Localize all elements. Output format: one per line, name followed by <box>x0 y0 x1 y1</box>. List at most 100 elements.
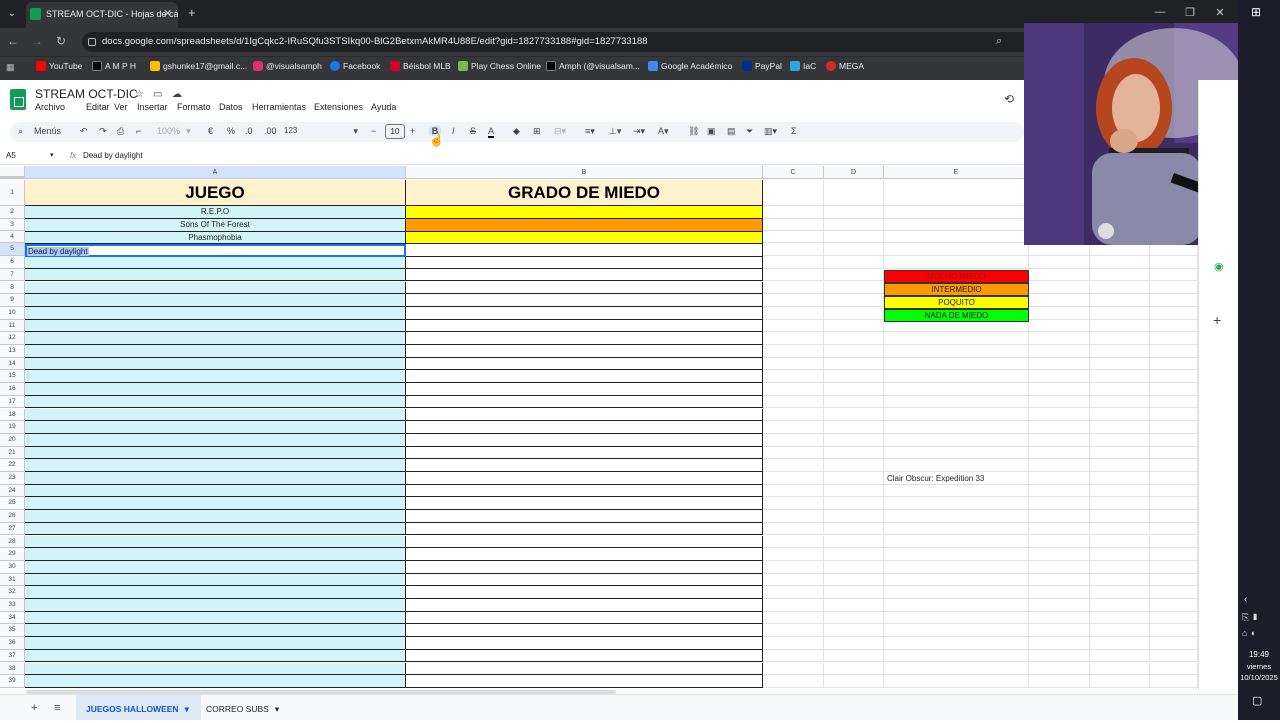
grid-cell[interactable] <box>1090 573 1150 587</box>
cell-b[interactable] <box>406 649 763 663</box>
row-header[interactable]: 26 <box>0 510 25 523</box>
row-header[interactable]: 33 <box>0 599 25 612</box>
grid-cell[interactable] <box>884 662 1029 676</box>
cell-b2[interactable] <box>406 206 763 219</box>
add-sheet-icon[interactable]: + <box>31 702 37 714</box>
row-header[interactable]: 7 <box>0 268 25 282</box>
back-icon[interactable]: ← <box>5 34 21 48</box>
cell-a[interactable] <box>25 319 406 333</box>
grid-cell[interactable] <box>763 548 824 561</box>
cell-b[interactable] <box>406 319 763 333</box>
cell-b[interactable] <box>406 433 763 447</box>
grid-cell[interactable] <box>884 206 1029 219</box>
doc-title[interactable]: STREAM OCT-DIC <box>35 87 138 101</box>
cell-b3[interactable] <box>406 219 763 232</box>
grid-cell[interactable] <box>1029 395 1090 409</box>
grid-cell[interactable] <box>884 586 1029 599</box>
filter-icon[interactable]: ⏷ <box>746 126 753 137</box>
menu-datos[interactable]: Datos <box>219 102 252 112</box>
grid-cell[interactable] <box>1150 256 1198 269</box>
grid-cell[interactable] <box>1090 599 1150 612</box>
browser-tab[interactable]: STREAM OCT-DIC - Hojas de cálc <box>26 2 178 28</box>
grid-cell[interactable] <box>824 345 884 358</box>
bookmark-tiktok[interactable]: Amph (@visualsam... <box>546 61 640 71</box>
grid-cell[interactable] <box>824 611 884 625</box>
functions-icon[interactable]: Σ <box>791 126 797 136</box>
row-header[interactable]: 19 <box>0 421 25 434</box>
grid-cell[interactable] <box>824 306 884 320</box>
menu-editar[interactable]: Editar <box>86 102 114 112</box>
grid-cell[interactable] <box>824 218 884 232</box>
grid-cell[interactable] <box>763 522 824 536</box>
grid-cell[interactable] <box>763 484 824 498</box>
undo-icon[interactable]: ↶ <box>80 126 88 137</box>
bookmark-scholar[interactable]: Google Académico <box>648 61 732 71</box>
grid-cell[interactable] <box>763 294 824 307</box>
grid-cell[interactable] <box>1029 624 1090 638</box>
cell-b[interactable] <box>406 611 763 625</box>
cell-a[interactable] <box>25 281 406 295</box>
row-header[interactable]: 1 <box>0 180 25 206</box>
column-header-b[interactable]: B <box>406 166 763 179</box>
grid-cell[interactable] <box>824 231 884 244</box>
cell-a[interactable] <box>25 459 406 472</box>
menu-ver[interactable]: Ver <box>114 102 137 112</box>
network-volume-icon[interactable]: ⌂ ◖ <box>1242 628 1255 638</box>
cell-a[interactable] <box>25 637 406 650</box>
grid-cell[interactable] <box>763 649 824 663</box>
font-size-input[interactable]: 10 <box>385 124 405 139</box>
row-header[interactable]: 5 <box>0 243 25 257</box>
cell-a[interactable] <box>25 433 406 447</box>
grid-cell[interactable] <box>1150 611 1198 625</box>
cell-a[interactable] <box>25 408 406 422</box>
cell-a2[interactable]: R.E.P.O <box>25 206 406 219</box>
grid-cell[interactable] <box>763 446 824 460</box>
cell-a[interactable] <box>25 472 406 485</box>
row-header[interactable]: 12 <box>0 332 25 345</box>
cell-a[interactable] <box>25 662 406 676</box>
grid-cell[interactable] <box>1029 649 1090 663</box>
grid-cell[interactable] <box>1150 243 1198 257</box>
grid-cell[interactable] <box>763 256 824 269</box>
redo-icon[interactable]: ↷ <box>99 126 107 137</box>
bookmark-youtube[interactable]: YouTube <box>36 61 82 71</box>
grid-cell[interactable] <box>1150 649 1198 663</box>
grid-cell[interactable] <box>1029 675 1090 688</box>
grid-cell[interactable] <box>1029 383 1090 396</box>
grid-cell[interactable] <box>1029 319 1090 333</box>
grid-cell[interactable] <box>763 345 824 358</box>
grid-cell[interactable] <box>763 472 824 485</box>
cell-a[interactable] <box>25 599 406 612</box>
grid-cell[interactable] <box>1090 256 1150 269</box>
grid-cell[interactable] <box>884 611 1029 625</box>
decrease-decimal-button[interactable]: .0 <box>245 126 253 136</box>
grid-cell[interactable] <box>824 294 884 307</box>
grid-cell[interactable] <box>1090 560 1150 574</box>
grid-cell[interactable] <box>1150 345 1198 358</box>
merge-cells-icon[interactable]: ⊟▾ <box>554 126 566 137</box>
cell-a[interactable] <box>25 484 406 498</box>
cell-b[interactable] <box>406 497 763 511</box>
cell-a[interactable] <box>25 573 406 587</box>
font-family-select[interactable]: ▾ <box>303 126 358 137</box>
filter-views-icon[interactable]: ▥▾ <box>764 126 777 137</box>
legend-poquito[interactable]: POQUITO <box>884 296 1029 309</box>
grid-cell[interactable] <box>1029 535 1090 549</box>
grid-cell[interactable] <box>763 370 824 384</box>
borders-icon[interactable]: ⊞ <box>533 126 541 137</box>
grid-cell[interactable] <box>1029 573 1090 587</box>
grid-cell[interactable] <box>763 573 824 587</box>
menu-ayuda[interactable]: Ayuda <box>371 102 396 112</box>
grid-cell[interactable] <box>884 522 1029 536</box>
cell-a[interactable] <box>25 510 406 523</box>
grid-cell[interactable] <box>1090 624 1150 638</box>
row-header[interactable]: 32 <box>0 586 25 599</box>
cell-a[interactable] <box>25 395 406 409</box>
grid-cell[interactable] <box>1029 484 1090 498</box>
grid-cell[interactable] <box>1090 243 1150 257</box>
grid-cell[interactable] <box>824 268 884 282</box>
grid-cell[interactable] <box>1090 332 1150 345</box>
cell-b[interactable] <box>406 459 763 472</box>
grid-cell[interactable] <box>1090 484 1150 498</box>
grid-cell[interactable] <box>1090 472 1150 485</box>
